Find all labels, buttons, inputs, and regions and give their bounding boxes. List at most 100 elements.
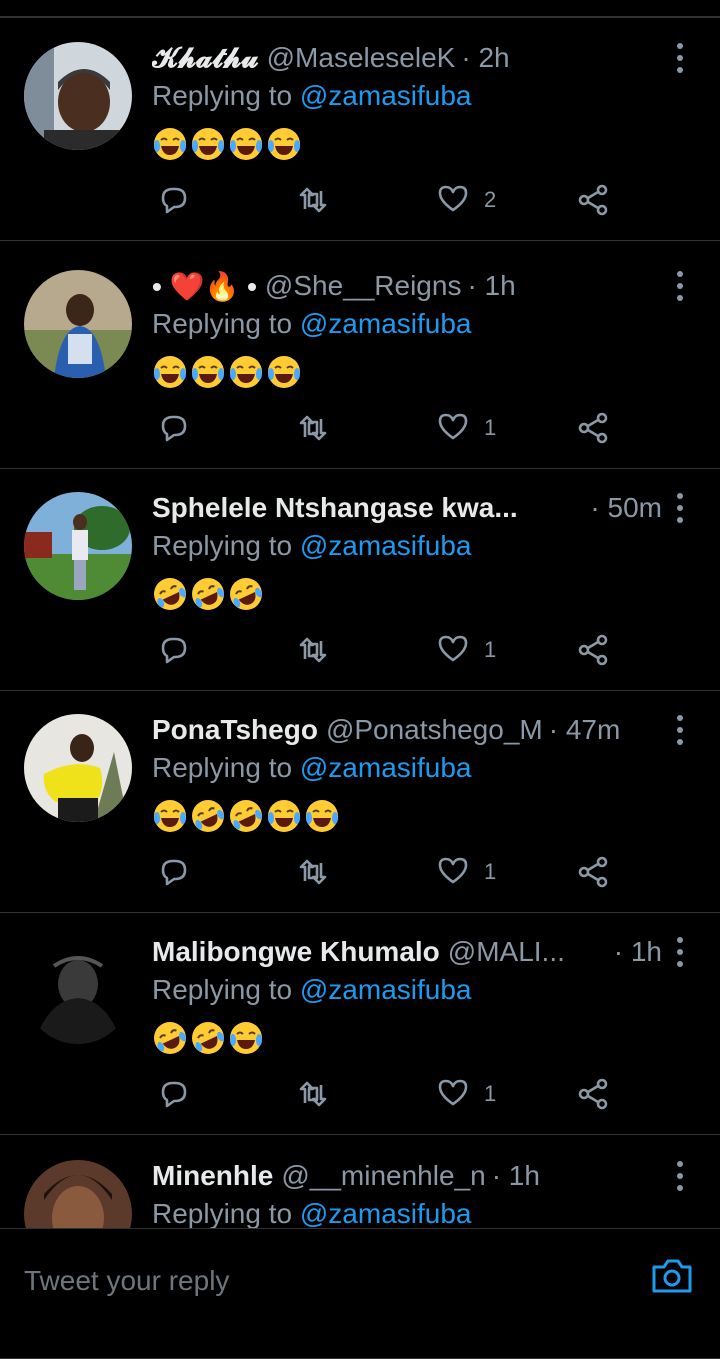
action-bar: 1 <box>152 1074 622 1114</box>
like-icon[interactable] <box>436 1075 470 1114</box>
rofl-emoji-icon <box>154 578 187 610</box>
retweet-icon[interactable] <box>296 630 330 670</box>
joy-emoji-icon <box>268 800 300 832</box>
joy-emoji-icon <box>230 1022 262 1054</box>
reply-tweet[interactable]: • ❤️🔥 • @She__Reigns · 1h Replying to @zama… <box>0 246 720 469</box>
mention-link[interactable]: @zamasifuba <box>300 308 472 339</box>
more-icon[interactable] <box>668 490 692 526</box>
joy-emoji-icon <box>192 128 224 160</box>
more-icon[interactable] <box>668 712 692 748</box>
tweet-text <box>152 354 302 396</box>
timestamp[interactable]: · 2h <box>461 42 509 74</box>
reply-icon[interactable] <box>156 408 190 448</box>
user-handle[interactable]: @Ponatshego_M <box>326 714 543 746</box>
timestamp[interactable]: · 47m <box>549 714 621 746</box>
like-button[interactable]: 1 <box>436 630 496 670</box>
like-count: 1 <box>484 859 497 884</box>
replying-label: Replying to <box>152 80 293 111</box>
reply-tweet[interactable]: Malibongwe Khumalo @MALI... · 1h Replying t… <box>0 912 720 1135</box>
replying-label: Replying to <box>152 752 293 783</box>
share-icon[interactable] <box>576 180 610 220</box>
reply-tweet[interactable]: PonaTshego @Ponatshego_M · 47m Replying to … <box>0 690 720 913</box>
reply-header: 𝓚𝓱𝓪𝓽𝓱𝓾 @MaseleseleK · 2h <box>152 38 662 78</box>
mention-link[interactable]: @zamasifuba <box>300 1198 472 1229</box>
share-icon[interactable] <box>576 1074 610 1114</box>
more-icon[interactable] <box>668 40 692 76</box>
camera-icon[interactable] <box>648 1255 696 1295</box>
reply-icon[interactable] <box>156 180 190 220</box>
replying-label: Replying to <box>152 530 293 561</box>
reply-icon[interactable] <box>156 630 190 670</box>
replying-to: Replying to @zamasifuba <box>152 530 471 562</box>
timestamp[interactable]: · 1h <box>492 1160 540 1192</box>
timestamp[interactable]: · 50m <box>590 492 662 524</box>
replying-to: Replying to @zamasifuba <box>152 308 471 340</box>
reply-header: PonaTshego @Ponatshego_M · 47m <box>152 710 662 750</box>
more-icon[interactable] <box>668 1158 692 1194</box>
avatar[interactable] <box>24 936 132 1044</box>
replying-label: Replying to <box>152 974 293 1005</box>
timestamp[interactable]: · 1h <box>467 270 515 302</box>
user-handle[interactable]: @She__Reigns <box>265 270 462 302</box>
joy-emoji-icon <box>306 800 338 832</box>
like-button[interactable]: 1 <box>436 1074 496 1114</box>
compose-bar[interactable]: Tweet your reply <box>0 1228 720 1296</box>
reply-header: Malibongwe Khumalo @MALI... · 1h <box>152 932 662 972</box>
display-name[interactable]: PonaTshego <box>152 714 318 746</box>
retweet-icon[interactable] <box>296 180 330 220</box>
rofl-emoji-icon <box>154 1022 187 1054</box>
replying-label: Replying to <box>152 308 293 339</box>
mention-link[interactable]: @zamasifuba <box>300 752 472 783</box>
joy-emoji-icon <box>268 128 300 160</box>
like-button[interactable]: 1 <box>436 408 496 448</box>
compose-placeholder[interactable]: Tweet your reply <box>24 1265 229 1297</box>
reply-tweet[interactable]: 𝓚𝓱𝓪𝓽𝓱𝓾 @MaseleseleK · 2h Replying to @zamas… <box>0 18 720 241</box>
share-icon[interactable] <box>576 630 610 670</box>
reply-tweet[interactable]: Sphelele Ntshangase kwa... · 50m Replying … <box>0 468 720 691</box>
like-button[interactable]: 2 <box>436 180 496 220</box>
rofl-emoji-icon <box>192 800 225 832</box>
reply-icon[interactable] <box>156 1074 190 1114</box>
tweet-text <box>152 798 340 840</box>
tweet-text <box>152 576 264 618</box>
like-icon[interactable] <box>436 853 470 892</box>
more-icon[interactable] <box>668 934 692 970</box>
display-name[interactable]: Minenhle <box>152 1160 273 1192</box>
reply-header: • ❤️🔥 • @She__Reigns · 1h <box>152 266 662 306</box>
timestamp[interactable]: · 1h <box>614 936 662 968</box>
user-handle[interactable]: @MaseleseleK <box>267 42 456 74</box>
retweet-icon[interactable] <box>296 1074 330 1114</box>
mention-link[interactable]: @zamasifuba <box>300 974 472 1005</box>
joy-emoji-icon <box>230 356 262 388</box>
action-bar: 2 <box>152 180 622 220</box>
user-handle[interactable]: @__minenhle_n <box>281 1160 485 1192</box>
more-icon[interactable] <box>668 268 692 304</box>
like-icon[interactable] <box>436 409 470 448</box>
avatar[interactable] <box>24 42 132 150</box>
avatar[interactable] <box>24 492 132 600</box>
reply-icon[interactable] <box>156 852 190 892</box>
joy-emoji-icon <box>154 356 186 388</box>
replying-label: Replying to <box>152 1198 293 1229</box>
action-bar: 1 <box>152 630 622 670</box>
user-handle[interactable]: @MALI... <box>448 936 565 968</box>
like-button[interactable]: 1 <box>436 852 496 892</box>
replying-to: Replying to @zamasifuba <box>152 974 471 1006</box>
share-icon[interactable] <box>576 852 610 892</box>
joy-emoji-icon <box>192 356 224 388</box>
share-icon[interactable] <box>576 408 610 448</box>
display-name[interactable]: Malibongwe Khumalo <box>152 936 440 968</box>
avatar[interactable] <box>24 270 132 378</box>
retweet-icon[interactable] <box>296 408 330 448</box>
avatar[interactable] <box>24 714 132 822</box>
retweet-icon[interactable] <box>296 852 330 892</box>
joy-emoji-icon <box>230 128 262 160</box>
mention-link[interactable]: @zamasifuba <box>300 80 472 111</box>
like-icon[interactable] <box>436 181 470 220</box>
mention-link[interactable]: @zamasifuba <box>300 530 472 561</box>
display-name[interactable]: 𝓚𝓱𝓪𝓽𝓱𝓾 <box>152 42 259 75</box>
display-name[interactable]: Sphelele Ntshangase kwa... <box>152 492 518 524</box>
like-count: 2 <box>484 187 497 212</box>
like-icon[interactable] <box>436 631 470 670</box>
display-name[interactable]: • ❤️🔥 • <box>152 270 257 303</box>
